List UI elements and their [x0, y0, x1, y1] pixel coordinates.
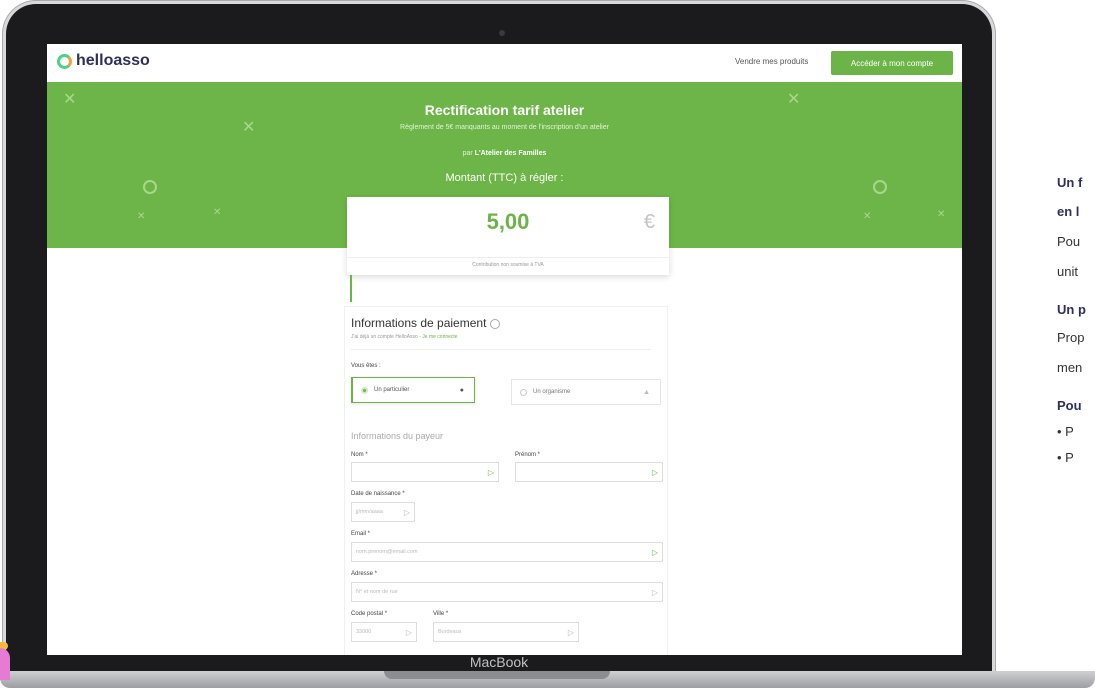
- choice-organization[interactable]: Un organisme ▲: [511, 379, 661, 405]
- payer-section-title: Informations du payeur: [351, 431, 444, 441]
- building-icon: ▲: [643, 388, 650, 396]
- amount-card: 5,00 € Contribution non soumise à TVA: [347, 197, 669, 275]
- campaign-title: Rectification tarif atelier: [424, 102, 585, 118]
- person-icon: ●: [459, 386, 464, 394]
- autofill-icon: ▷: [651, 467, 658, 477]
- form-title-text: Informations de paiement: [351, 316, 487, 330]
- autofill-icon: ▷: [405, 627, 412, 637]
- form-title: Informations de paiement: [351, 316, 501, 330]
- payment-form: Informations de paiement J'ai déjà un co…: [344, 306, 668, 655]
- side-bullet-1: • P: [1057, 424, 1074, 439]
- zip-input[interactable]: 33000 ▷: [351, 622, 417, 642]
- sell-products-link[interactable]: Vendre mes produits: [735, 57, 808, 66]
- side-paragraph-1: Pou: [1057, 234, 1081, 249]
- side-bullet-2-text: P: [1065, 450, 1074, 465]
- birthdate-placeholder: jj/mm/aaaa: [356, 509, 383, 515]
- campaign-organizer: par L'Atelier des Familles: [47, 150, 962, 157]
- login-link[interactable]: Je me connecte: [422, 334, 457, 340]
- side-heading-1b: en l: [1057, 204, 1080, 219]
- zip-label: Code postal *: [351, 611, 388, 617]
- side-paragraph-2b: men: [1057, 360, 1083, 375]
- city-placeholder: Bordeaux: [438, 629, 462, 635]
- login-prompt-text: J'ai déjà un compte HelloAsso -: [351, 334, 421, 340]
- autofill-icon: ▷: [567, 627, 574, 637]
- camera-dot: [499, 30, 505, 36]
- decorative-shape: [0, 648, 10, 680]
- euro-icon: €: [643, 211, 655, 233]
- step-connector: [350, 275, 352, 302]
- side-bullet-1-text: P: [1065, 424, 1074, 439]
- choice-individual[interactable]: Un particulier ●: [351, 377, 475, 403]
- side-heading-2: Un p: [1057, 302, 1086, 317]
- birthdate-label: Date de naissance *: [351, 491, 405, 497]
- account-access-button[interactable]: Accéder à mon compte: [831, 51, 953, 75]
- radio-unselected-icon: [520, 388, 527, 396]
- cross-decoration-icon: ✕: [863, 211, 872, 222]
- email-label: Email *: [351, 531, 371, 537]
- zip-placeholder: 33000: [356, 629, 372, 635]
- side-heading-1: Un f: [1057, 175, 1083, 190]
- side-paragraph-2: Prop: [1057, 330, 1085, 345]
- organizer-prefix: par: [462, 150, 473, 157]
- tax-note: Contribution non soumise à TVA: [347, 257, 669, 268]
- lastname-input[interactable]: ▷: [351, 462, 499, 482]
- email-input[interactable]: nom.prenom@email.com ▷: [351, 542, 663, 562]
- device-label: MacBook: [469, 654, 529, 670]
- firstname-input[interactable]: ▷: [515, 462, 663, 482]
- autofill-icon: ▷: [487, 467, 494, 477]
- logo-ring-icon: [57, 53, 72, 69]
- helloasso-logo[interactable]: helloasso: [57, 52, 150, 70]
- email-placeholder: nom.prenom@email.com: [356, 549, 418, 555]
- choice-individual-label: Un particulier: [374, 387, 410, 393]
- laptop-frame: MacBook helloasso Vendre mes produits Ac…: [6, 4, 992, 680]
- address-label: Adresse *: [351, 571, 378, 577]
- autofill-icon: ▷: [651, 587, 658, 597]
- top-navbar: helloasso Vendre mes produits Accéder à …: [47, 44, 962, 83]
- laptop-notch: [384, 671, 610, 679]
- browser-screen: helloasso Vendre mes produits Accéder à …: [47, 44, 962, 655]
- address-input[interactable]: N° et nom de rue ▷: [351, 582, 663, 602]
- choice-organization-label: Un organisme: [533, 389, 571, 395]
- side-paragraph-1b: unit: [1057, 264, 1078, 279]
- city-label: Ville *: [433, 611, 449, 617]
- city-input[interactable]: Bordeaux ▷: [433, 622, 579, 642]
- amount-value[interactable]: 5,00: [347, 209, 669, 235]
- campaign-subtitle: Règlement de 5€ manquants au moment de l…: [400, 124, 609, 131]
- login-prompt: J'ai déjà un compte HelloAsso - Je me co…: [351, 334, 458, 340]
- you-are-label: Vous êtes :: [351, 363, 381, 369]
- organizer-name[interactable]: L'Atelier des Familles: [475, 150, 547, 157]
- side-bullet-2: • P: [1057, 450, 1074, 465]
- lastname-label: Nom *: [351, 452, 368, 458]
- birthdate-input[interactable]: jj/mm/aaaa ▷: [351, 502, 415, 522]
- autofill-icon: ▷: [403, 507, 410, 517]
- cross-decoration-icon: ✕: [213, 207, 222, 218]
- autofill-icon: ▷: [651, 547, 658, 557]
- info-icon[interactable]: [490, 318, 501, 329]
- divider: [351, 349, 651, 350]
- side-heading-3: Pou: [1057, 398, 1082, 413]
- radio-selected-icon: [361, 386, 368, 394]
- address-placeholder: N° et nom de rue: [356, 589, 398, 595]
- amount-label: Montant (TTC) à régler :: [445, 172, 564, 184]
- logo-text: helloasso: [76, 52, 150, 69]
- firstname-label: Prénom *: [515, 452, 541, 458]
- cross-decoration-icon: ✕: [937, 209, 946, 220]
- cross-decoration-icon: ✕: [137, 211, 146, 222]
